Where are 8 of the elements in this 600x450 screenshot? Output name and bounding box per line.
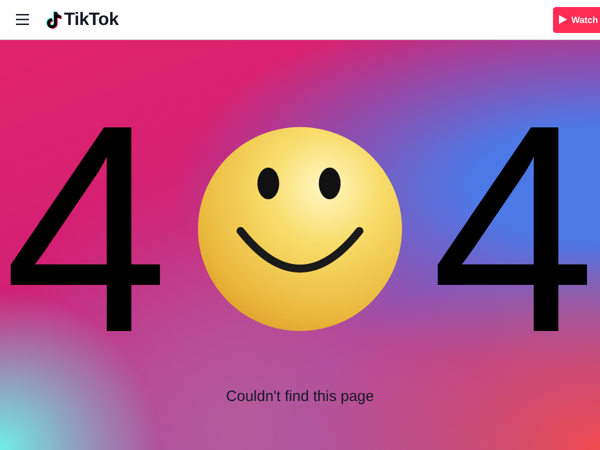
error-digit: 4: [4, 104, 169, 354]
error-message: Couldn't find this page: [225, 388, 375, 405]
brand-name[interactable]: TikTok: [64, 9, 119, 30]
music-note-logo-icon: [46, 10, 62, 28]
error-digit: 4: [431, 104, 596, 354]
play-icon: [559, 15, 568, 24]
menu-icon[interactable]: [16, 14, 29, 25]
watch-button[interactable]: Watch: [553, 6, 600, 32]
